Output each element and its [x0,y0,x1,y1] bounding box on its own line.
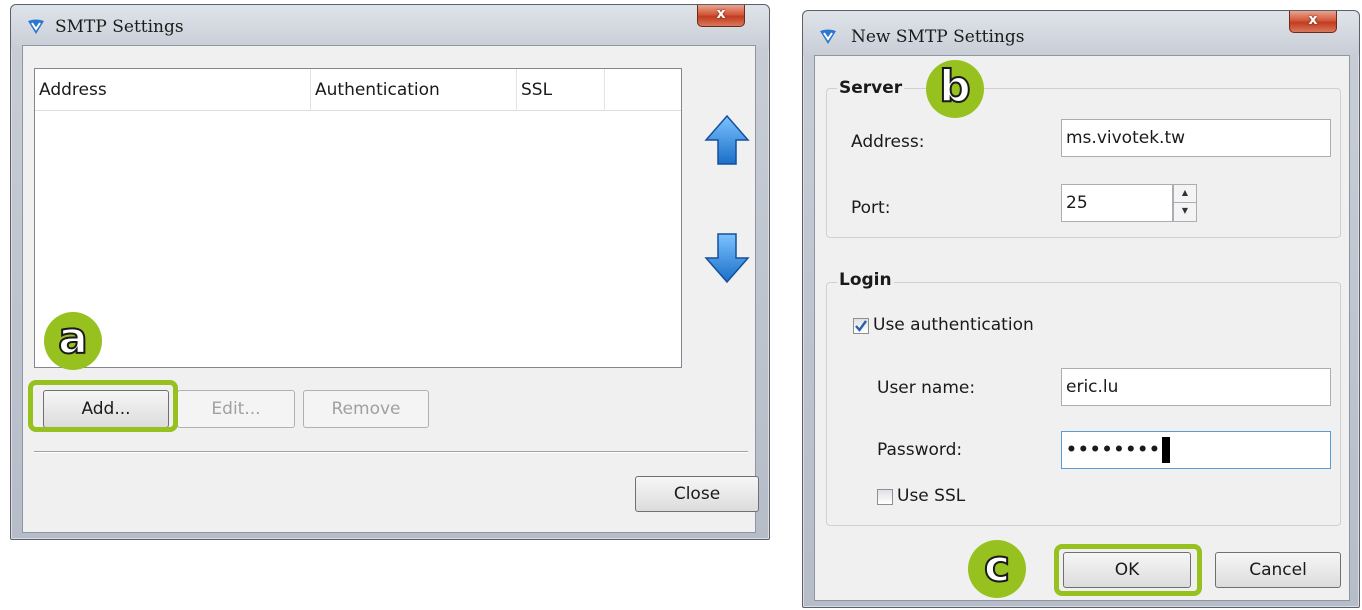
checkmark-icon [855,320,867,332]
table-header: Address Authentication SSL [35,69,681,111]
column-header-authentication[interactable]: Authentication [311,69,517,111]
title-bar[interactable]: New SMTP Settings x [803,11,1359,55]
cancel-button[interactable]: Cancel [1215,552,1341,588]
window-title: SMTP Settings [55,17,184,37]
username-label: User name: [877,378,976,398]
username-field[interactable]: eric.lu [1061,368,1331,406]
new-smtp-settings-window: New SMTP Settings x Server Address: ms.v… [802,10,1360,608]
port-increment-icon[interactable]: ▲ [1174,185,1196,203]
window-title: New SMTP Settings [851,27,1025,47]
text-cursor [1161,437,1170,463]
window-close-button[interactable]: x [697,5,745,27]
server-group-title: Server [837,78,905,98]
annotation-letter-a: a [57,313,89,364]
smtp-server-list[interactable]: Address Authentication SSL [34,68,682,368]
use-ssl-label[interactable]: Use SSL [897,486,965,506]
password-label: Password: [877,440,963,460]
port-stepper[interactable]: ▲ ▼ [1173,184,1197,222]
remove-button[interactable]: Remove [303,390,429,428]
edit-button[interactable]: Edit... [177,390,295,428]
separator-line [34,451,748,453]
port-decrement-icon[interactable]: ▼ [1174,203,1196,221]
window-close-button[interactable]: x [1289,11,1337,33]
password-field[interactable]: •••••••• [1061,431,1331,469]
title-bar[interactable]: SMTP Settings x [11,5,769,49]
client-area: Address Authentication SSL Add... Edit..… [22,45,759,533]
arrow-up-icon[interactable] [704,114,750,166]
address-label: Address: [851,132,925,152]
annotation-badge-c: c [968,540,1026,598]
use-authentication-label[interactable]: Use authentication [873,315,1034,335]
app-logo-icon [820,29,836,44]
app-logo-icon [28,19,44,34]
smtp-settings-window: SMTP Settings x Address Authentication S… [10,4,770,540]
login-group-title: Login [837,270,894,290]
arrow-down-icon[interactable] [704,232,750,284]
column-header-ssl[interactable]: SSL [517,69,605,111]
client-area: Server Address: ms.vivotek.tw Port: 25 ▲… [814,55,1350,601]
add-button-highlight [28,380,178,432]
port-field[interactable]: 25 [1061,184,1173,222]
annotation-badge-a: a [44,312,102,370]
password-dots: •••••••• [1066,440,1161,460]
ok-button-highlight [1054,544,1202,596]
annotation-badge-b: b [926,60,984,118]
close-button[interactable]: Close [635,476,759,512]
address-field[interactable]: ms.vivotek.tw [1061,119,1331,157]
annotation-letter-c: c [983,541,1011,592]
annotation-letter-b: b [938,61,971,112]
port-label: Port: [851,198,891,218]
use-ssl-checkbox[interactable] [877,489,893,505]
use-authentication-checkbox[interactable] [853,318,869,334]
column-header-address[interactable]: Address [35,69,311,111]
